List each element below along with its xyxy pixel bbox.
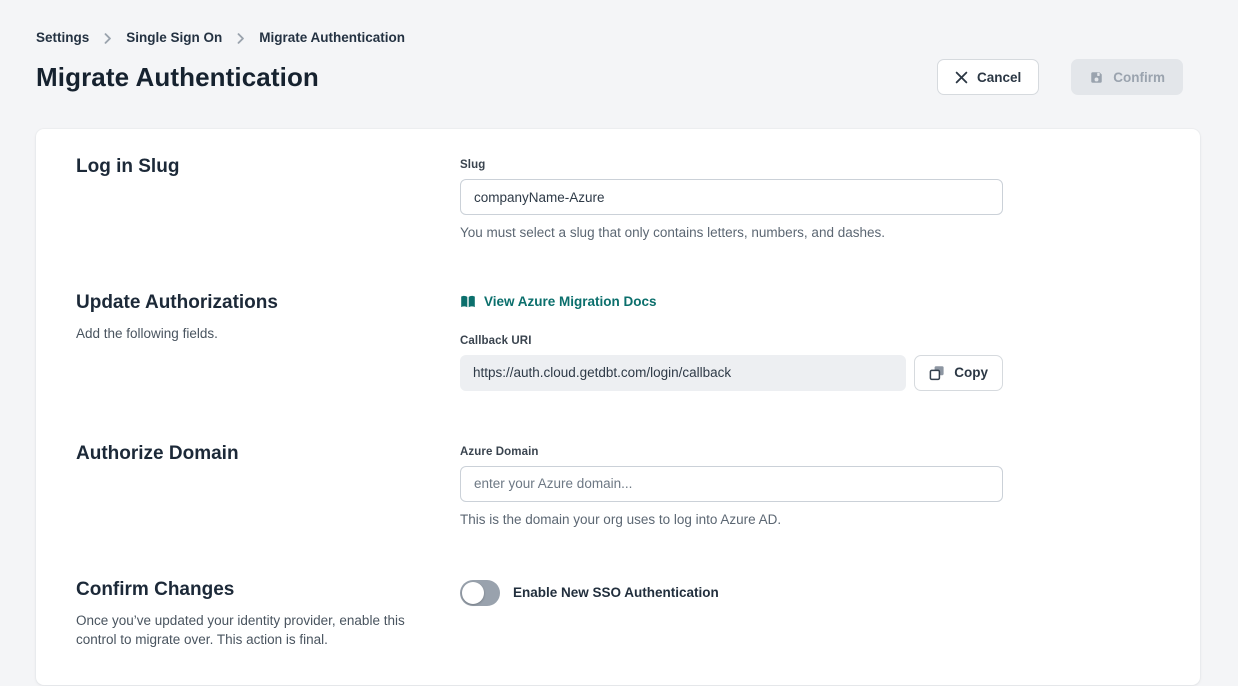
azure-migration-docs-link[interactable]: View Azure Migration Docs — [460, 294, 657, 309]
settings-card: Log in Slug Slug You must select a slug … — [36, 129, 1200, 685]
header-actions: Cancel Confirm — [937, 59, 1183, 95]
book-icon — [460, 295, 476, 309]
page-header: Settings Single Sign On Migrate Authenti… — [0, 0, 1238, 95]
slug-input[interactable] — [460, 179, 1003, 215]
breadcrumb-settings[interactable]: Settings — [36, 30, 89, 45]
confirm-button[interactable]: Confirm — [1071, 59, 1183, 95]
azure-domain-label: Azure Domain — [460, 446, 1003, 458]
section-confirm-changes: Confirm Changes Once you’ve updated your… — [76, 579, 1160, 661]
save-icon — [1089, 70, 1104, 85]
breadcrumb-current: Migrate Authentication — [259, 30, 405, 45]
copy-icon — [929, 365, 945, 381]
chevron-right-icon — [102, 33, 113, 44]
close-icon — [955, 71, 968, 84]
callback-uri-field[interactable]: https://auth.cloud.getdbt.com/login/call… — [460, 355, 906, 391]
breadcrumb-single-sign-on[interactable]: Single Sign On — [126, 30, 222, 45]
cancel-button[interactable]: Cancel — [937, 59, 1039, 95]
toggle-knob — [462, 582, 484, 604]
copy-button[interactable]: Copy — [914, 355, 1003, 391]
section-authorize-domain: Authorize Domain Azure Domain This is th… — [76, 443, 1160, 527]
section-update-authorizations: Update Authorizations Add the following … — [76, 292, 1160, 391]
confirm-button-label: Confirm — [1113, 70, 1165, 85]
section-heading-confirm-changes: Confirm Changes — [76, 579, 460, 601]
breadcrumb: Settings Single Sign On Migrate Authenti… — [36, 30, 1183, 45]
slug-label: Slug — [460, 159, 1003, 171]
azure-migration-docs-link-label: View Azure Migration Docs — [484, 294, 657, 309]
sso-authentication-toggle[interactable] — [460, 580, 500, 606]
page-title: Migrate Authentication — [36, 62, 319, 93]
azure-domain-helper-text: This is the domain your org uses to log … — [460, 512, 1003, 527]
sso-toggle-label: Enable New SSO Authentication — [513, 585, 719, 600]
section-login-slug: Log in Slug Slug You must select a slug … — [76, 156, 1160, 240]
cancel-button-label: Cancel — [977, 70, 1021, 85]
azure-domain-input[interactable] — [460, 466, 1003, 502]
chevron-right-icon — [235, 33, 246, 44]
confirm-changes-description: Once you’ve updated your identity provid… — [76, 611, 408, 651]
callback-uri-label: Callback URI — [460, 335, 1003, 347]
slug-helper-text: You must select a slug that only contain… — [460, 225, 1003, 240]
section-heading-update-authorizations: Update Authorizations — [76, 292, 460, 314]
section-heading-login-slug: Log in Slug — [76, 156, 460, 178]
copy-button-label: Copy — [954, 365, 988, 380]
section-heading-authorize-domain: Authorize Domain — [76, 443, 460, 465]
update-authorizations-description: Add the following fields. — [76, 324, 408, 344]
